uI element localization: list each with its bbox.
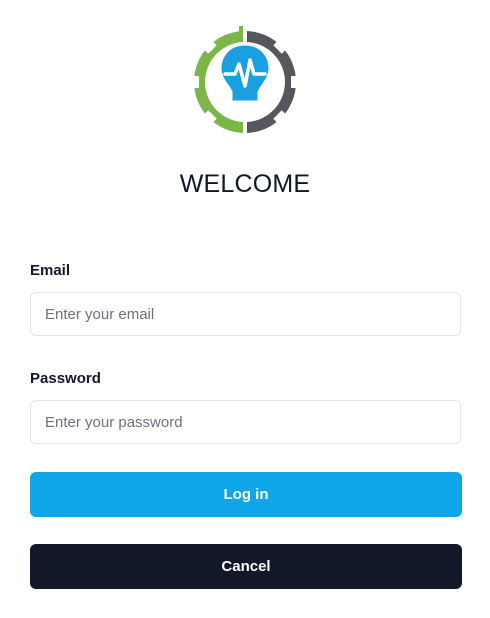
lightbulb-gear-icon [187,24,303,140]
email-field[interactable] [30,292,461,336]
page-title: WELCOME [179,170,311,198]
email-label: Email [30,262,71,279]
cancel-button[interactable]: Cancel [30,544,462,589]
password-field[interactable] [30,400,461,444]
password-label: Password [30,370,101,387]
login-page: WELCOME Email Password Log in Cancel [0,0,490,618]
login-button[interactable]: Log in [30,472,462,517]
